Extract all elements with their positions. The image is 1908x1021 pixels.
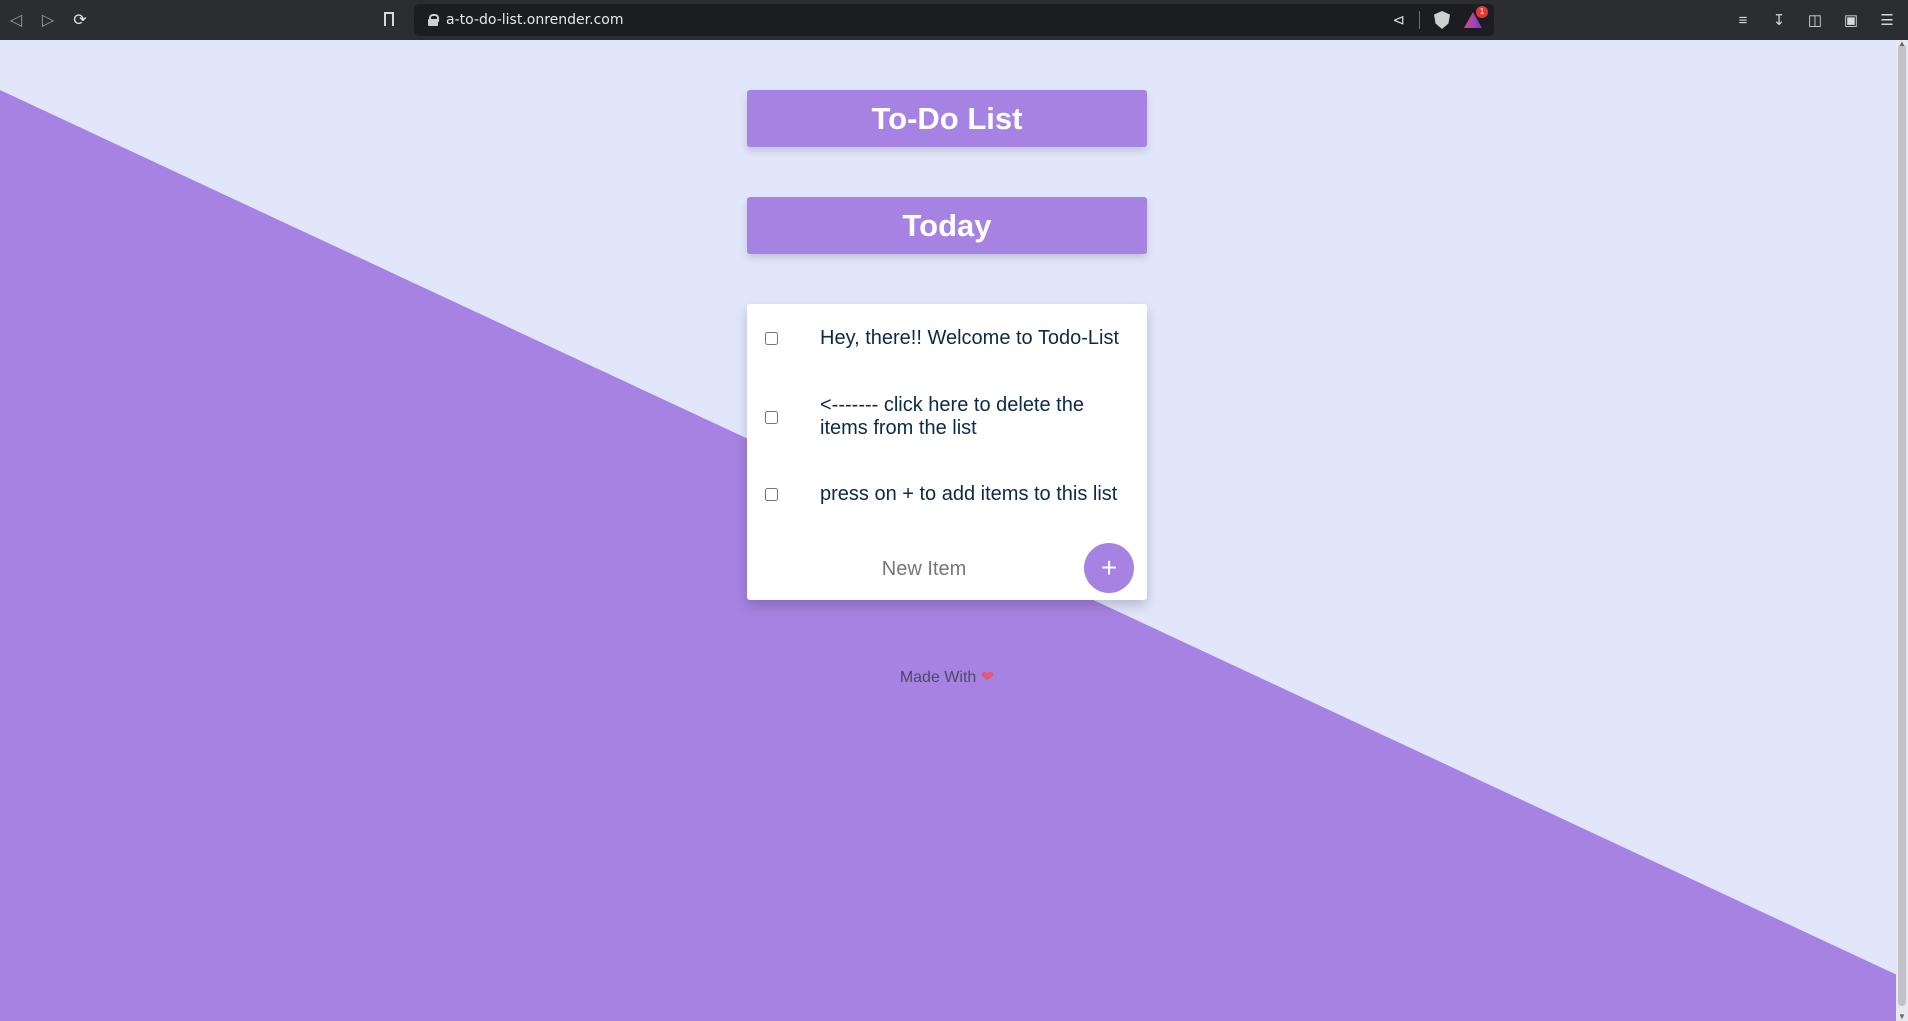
url-text[interactable]: a-to-do-list.onrender.com bbox=[446, 12, 623, 28]
brave-rewards-icon[interactable]: 1 bbox=[1464, 6, 1488, 28]
item-checkbox[interactable] bbox=[765, 332, 778, 345]
menu-icon[interactable]: ☰ bbox=[1878, 11, 1896, 29]
list-item: press on + to add items to this list bbox=[747, 483, 1147, 506]
item-text: Hey, there!! Welcome to Todo-List bbox=[820, 327, 1120, 349]
playlist-icon[interactable]: ≡ bbox=[1734, 12, 1752, 29]
wallet-icon[interactable]: ▣ bbox=[1842, 11, 1860, 29]
address-bar[interactable]: a-to-do-list.onrender.com ⊲ 1 bbox=[414, 4, 1494, 36]
back-icon[interactable]: ◁ bbox=[0, 0, 32, 40]
heart-icon: ❤ bbox=[980, 669, 995, 686]
page-viewport: To-Do List Today Hey, there!! Welcome to… bbox=[0, 40, 1908, 1021]
share-icon[interactable]: ⊲ bbox=[1392, 11, 1405, 29]
footer: Made With ❤ bbox=[747, 667, 1147, 687]
sidebar-icon[interactable]: ◫ bbox=[1806, 11, 1824, 29]
brave-shield-icon[interactable] bbox=[1434, 11, 1450, 29]
footer-text: Made With bbox=[899, 669, 977, 686]
bookmark-icon[interactable] bbox=[384, 12, 394, 26]
lock-icon bbox=[428, 14, 439, 26]
browser-toolbar: ◁ ▷ ⟳ a-to-do-list.onrender.com ⊲ 1 ≡ ↧ … bbox=[0, 0, 1908, 40]
item-text: <------- click here to delete the items … bbox=[820, 394, 1084, 439]
item-checkbox[interactable] bbox=[765, 410, 778, 424]
list-item: <------- click here to delete the items … bbox=[747, 394, 1147, 440]
day-heading: Today bbox=[747, 197, 1147, 254]
item-text: press on + to add items to this list bbox=[820, 483, 1118, 505]
new-item-input[interactable] bbox=[807, 551, 1041, 587]
scroll-down-icon[interactable]: ▼ bbox=[1898, 1013, 1906, 1021]
list-item: Hey, there!! Welcome to Todo-List bbox=[747, 327, 1147, 350]
scrollbar-thumb[interactable] bbox=[1898, 44, 1906, 1006]
notification-badge: 1 bbox=[1476, 6, 1488, 18]
scroll-up-icon[interactable]: ▲ bbox=[1898, 40, 1906, 48]
divider bbox=[1419, 11, 1420, 29]
item-checkbox[interactable] bbox=[765, 488, 778, 501]
page-title: To-Do List bbox=[747, 90, 1147, 147]
scrollbar[interactable]: ▲ ▼ bbox=[1896, 40, 1908, 1021]
download-icon[interactable]: ↧ bbox=[1770, 11, 1788, 29]
add-item-button[interactable]: + bbox=[1084, 543, 1134, 593]
reload-icon[interactable]: ⟳ bbox=[64, 0, 96, 40]
forward-icon[interactable]: ▷ bbox=[32, 0, 64, 40]
new-item-form: + bbox=[747, 543, 1147, 593]
todo-list-card: Hey, there!! Welcome to Todo-List <-----… bbox=[747, 304, 1147, 600]
